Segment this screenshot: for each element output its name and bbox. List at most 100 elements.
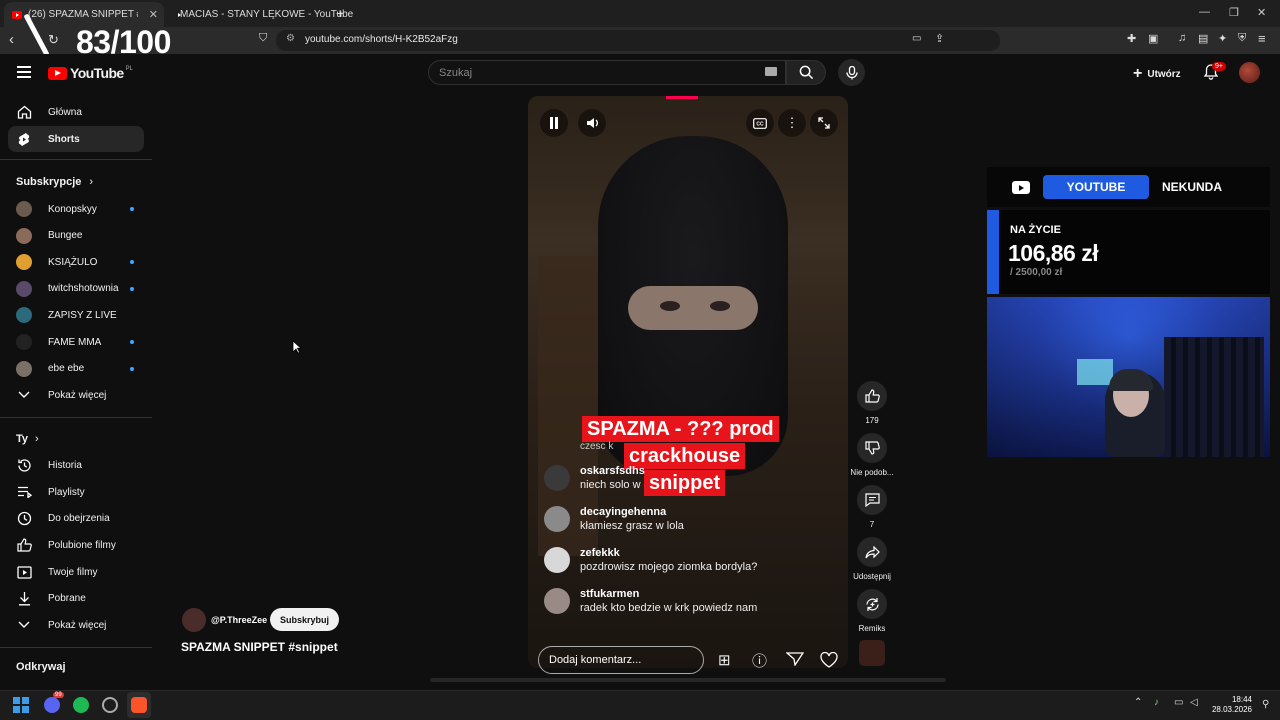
channel-name[interactable]: @P.ThreeZee <box>211 615 267 625</box>
comment-text: radek kto bedzie w krk powiedz nam <box>580 602 758 614</box>
like-button[interactable] <box>857 381 887 411</box>
subscriptions-header[interactable]: Subskrypcje › <box>16 176 93 188</box>
vpn-icon[interactable]: ⛨ <box>1238 32 1246 45</box>
discord-icon[interactable]: 99 <box>44 692 64 713</box>
network-icon[interactable]: ▭ <box>1174 697 1183 708</box>
avatar <box>544 547 570 573</box>
sidebar-item-label: Shorts <box>48 133 80 145</box>
windows-start-icon[interactable] <box>13 697 29 713</box>
sidebar-item-label: Twoje filmy <box>48 566 98 578</box>
comments-button[interactable] <box>857 485 887 515</box>
youtube-logo[interactable]: YouTube PL <box>48 65 133 81</box>
sidebar-subscription-item[interactable]: ebe ebe <box>8 356 144 382</box>
avatar <box>16 360 32 377</box>
sidebar-item-label: Playlisty <box>48 486 85 498</box>
you-header[interactable]: Ty › <box>16 433 39 445</box>
hamburger-menu-icon[interactable] <box>17 66 31 78</box>
help-icon[interactable]: ⓘ <box>752 650 767 671</box>
notifications-button[interactable]: 9+ <box>1203 62 1226 85</box>
site-info-icon[interactable]: ⚙ <box>286 33 295 44</box>
reload-icon[interactable]: ↻ <box>48 32 59 48</box>
sidebar-subscription-item[interactable]: ZAPISY Z LIVE <box>8 302 144 328</box>
sound-thumbnail[interactable] <box>859 640 885 666</box>
sidebar-subscription-item[interactable]: KSIĄŻULO <box>8 249 144 275</box>
pause-button[interactable] <box>540 109 568 137</box>
subscribe-button[interactable]: Subskrybuj <box>270 608 339 631</box>
url-text[interactable]: youtube.com/shorts/H-K2B52aFzg <box>305 34 458 45</box>
you-title: Ty <box>16 433 29 445</box>
taskbar-active-app[interactable] <box>127 692 151 718</box>
sidebar-item-your-videos[interactable]: Twoje filmy <box>8 559 144 585</box>
search-icon <box>799 65 813 80</box>
search-button[interactable] <box>786 60 826 85</box>
tray-chevron-up-icon[interactable]: ⌃ <box>1134 697 1142 708</box>
cast-icon[interactable]: ▭ <box>912 33 921 44</box>
maximize-icon[interactable]: ❐ <box>1229 6 1239 19</box>
dislike-button[interactable] <box>857 433 887 463</box>
keyboard-icon[interactable] <box>765 67 777 76</box>
show-more-subscriptions[interactable]: Pokaż więcej <box>8 382 144 408</box>
close-tab-icon[interactable]: ✕ <box>149 8 158 21</box>
sidebar-item-home[interactable]: Główna <box>8 99 144 125</box>
menu-icon[interactable]: ≡ <box>1258 31 1266 46</box>
show-more-you[interactable]: Pokaż więcej <box>8 612 144 638</box>
new-tab-button[interactable]: + <box>336 5 344 21</box>
volume-button[interactable] <box>578 109 606 137</box>
taskbar-clock[interactable]: 18:44 28.03.2026 <box>1208 695 1252 715</box>
media-icon[interactable]: ♫ <box>1178 32 1186 44</box>
share-icon[interactable]: ⇪ <box>935 32 944 45</box>
back-icon[interactable]: ‹ <box>9 31 14 48</box>
remix-button[interactable] <box>857 589 887 619</box>
short-video-player[interactable] <box>528 96 848 668</box>
sidebar-subscription-item[interactable]: FAME MMA <box>8 329 144 355</box>
bookmark-icon[interactable]: ⛉ <box>259 32 267 45</box>
more-options-button[interactable]: ⋮ <box>778 109 806 137</box>
search-input[interactable]: Szukaj <box>428 60 786 85</box>
avatar[interactable] <box>1239 62 1260 83</box>
sidebar-item-label: twitchshotownia <box>48 283 119 295</box>
extensions-icon[interactable]: ✚ <box>1127 32 1136 45</box>
sidebar-divider <box>0 417 152 418</box>
channel-avatar[interactable] <box>182 608 206 632</box>
chevron-right-icon: › <box>35 433 39 445</box>
sidebar-item-downloads[interactable]: Pobrane <box>8 585 144 611</box>
share-button[interactable] <box>857 537 887 567</box>
sidebar-item-history[interactable]: Historia <box>8 452 144 478</box>
notification-center-icon[interactable]: ⚲ <box>1262 699 1269 710</box>
close-window-icon[interactable]: ✕ <box>1257 6 1266 19</box>
shorts-scrollbar[interactable] <box>430 678 946 682</box>
sidebar-toggle-icon[interactable]: ▣ <box>1148 32 1158 45</box>
wallet-icon[interactable]: ▤ <box>1198 32 1208 45</box>
sidebar-subscription-item[interactable]: Bungee <box>8 223 144 249</box>
sidebar-item-watch-later[interactable]: Do obejrzenia <box>8 505 144 531</box>
watch-later-icon <box>16 510 32 526</box>
create-label: Utwórz <box>1147 68 1181 80</box>
thumbs-up-icon <box>864 389 880 403</box>
sidebar-subscription-item[interactable]: twitchshotownia <box>8 276 144 302</box>
tray-mic-icon[interactable]: ♪ <box>1154 697 1159 708</box>
list-item: decayingehenna kłamiesz grasz w lola <box>544 506 684 532</box>
browser-tab[interactable]: MACIAS - STANY LĘKOWE - YouTube <box>166 2 353 27</box>
microphone-icon <box>845 65 858 79</box>
add-post-icon[interactable]: ⊞ <box>718 651 731 669</box>
minimize-icon[interactable]: — <box>1199 6 1210 18</box>
sidebar-subscription-item[interactable]: Konopskyy <box>8 196 144 222</box>
leo-ai-icon[interactable]: ✦ <box>1218 32 1227 45</box>
sidebar-item-liked-videos[interactable]: Polubione filmy <box>8 532 144 558</box>
youtube-play-icon <box>1012 181 1030 194</box>
sidebar-item-shorts[interactable]: Shorts <box>8 126 144 152</box>
captions-button[interactable]: CC <box>746 109 774 137</box>
speaker-icon[interactable]: ◁ <box>1190 697 1198 708</box>
comment-user: stfukarmen <box>580 588 640 600</box>
heart-icon[interactable] <box>820 652 838 668</box>
voice-search-button[interactable] <box>838 59 865 86</box>
avatar <box>16 227 32 244</box>
spotify-icon[interactable] <box>73 697 89 713</box>
comment-input[interactable]: Dodaj komentarz... <box>538 646 704 674</box>
new-content-dot <box>130 207 134 211</box>
fullscreen-button[interactable] <box>810 109 838 137</box>
create-button[interactable]: + Utwórz <box>1133 65 1181 83</box>
sidebar-item-playlists[interactable]: Playlisty <box>8 479 144 505</box>
app-icon[interactable] <box>102 697 118 713</box>
send-icon[interactable] <box>786 652 804 666</box>
